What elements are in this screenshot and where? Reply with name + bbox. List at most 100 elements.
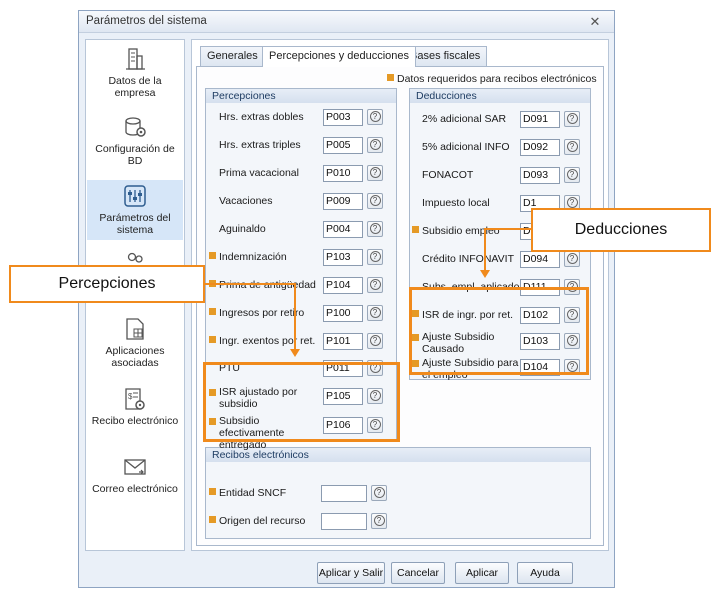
- mail-icon: [124, 459, 146, 475]
- percepciones-label: Indemnización: [219, 251, 287, 263]
- help-icon[interactable]: ?: [564, 251, 580, 267]
- percepciones-connector-v: [294, 283, 296, 349]
- apply-and-exit-button[interactable]: Aplicar y Salir: [317, 562, 385, 584]
- percepciones-label: Aguinaldo: [219, 223, 266, 235]
- deducciones-highlight: [409, 287, 589, 375]
- deducciones-label: 2% adicional SAR: [422, 113, 507, 125]
- question-icon: ?: [566, 169, 578, 180]
- sidebar-item-label: Aplicaciones asociadas: [105, 345, 165, 369]
- question-icon: ?: [566, 197, 578, 208]
- deducciones-code-field[interactable]: D094: [520, 251, 560, 268]
- required-marker-icon: [209, 308, 216, 315]
- apply-button[interactable]: Aplicar: [455, 562, 509, 584]
- sidebar-item-label: Recibo electrónico: [91, 415, 179, 427]
- percepciones-code-field[interactable]: P101: [323, 333, 363, 350]
- deducciones-label: Crédito INFONAVIT: [422, 253, 514, 265]
- sidebar-item-recibo-electronico[interactable]: $ Recibo electrónico: [87, 386, 183, 448]
- percepciones-code-field[interactable]: P100: [323, 305, 363, 322]
- percepciones-code-field[interactable]: P003: [323, 109, 363, 126]
- percepciones-group-title: Percepciones: [206, 89, 396, 103]
- percepciones-code-field[interactable]: P104: [323, 277, 363, 294]
- deducciones-code-field[interactable]: D093: [520, 167, 560, 184]
- help-icon[interactable]: ?: [371, 513, 387, 529]
- required-marker-icon: [412, 226, 419, 233]
- database-gear-icon: [125, 117, 146, 137]
- building-icon: [126, 48, 145, 70]
- question-icon: ?: [369, 307, 381, 318]
- percepciones-label: Ingr. exentos por ret.: [219, 335, 316, 347]
- recibos-code-field[interactable]: [321, 485, 367, 502]
- help-icon[interactable]: ?: [564, 139, 580, 155]
- question-icon: ?: [566, 113, 578, 124]
- percepciones-callout: Percepciones: [9, 265, 205, 303]
- help-icon[interactable]: ?: [371, 485, 387, 501]
- sidebar-item-configuracion-bd[interactable]: Configuración de BD: [87, 114, 183, 172]
- percepciones-label: Vacaciones: [219, 195, 273, 207]
- question-icon: ?: [369, 167, 381, 178]
- deducciones-group-title: Deducciones: [410, 89, 590, 103]
- help-icon[interactable]: ?: [367, 333, 383, 349]
- help-icon[interactable]: ?: [367, 165, 383, 181]
- help-icon[interactable]: ?: [367, 249, 383, 265]
- question-icon: ?: [373, 487, 385, 498]
- tab-percepciones-deducciones[interactable]: Percepciones y deducciones: [262, 46, 417, 67]
- cancel-button[interactable]: Cancelar: [391, 562, 445, 584]
- percepciones-label: Hrs. extras dobles: [219, 111, 304, 123]
- deducciones-label: 5% adicional INFO: [422, 141, 510, 153]
- svg-text:$: $: [128, 392, 133, 401]
- recibos-code-field[interactable]: [321, 513, 367, 530]
- deducciones-label: FONACOT: [422, 169, 474, 181]
- question-icon: ?: [369, 251, 381, 262]
- deducciones-code-field[interactable]: D091: [520, 111, 560, 128]
- deducciones-connector-h: [484, 228, 532, 230]
- tab-generales[interactable]: Generales: [200, 46, 265, 66]
- sidebar-item-label: Parámetros del sistema: [99, 212, 171, 236]
- spreadsheet-icon: [126, 318, 144, 340]
- percepciones-label: Prima vacacional: [219, 167, 299, 179]
- required-marker-icon: [387, 74, 394, 81]
- required-data-note: Datos requeridos para recibos electrónic…: [387, 73, 597, 85]
- question-icon: ?: [369, 111, 381, 122]
- deducciones-code-field[interactable]: D092: [520, 139, 560, 156]
- help-icon[interactable]: ?: [367, 193, 383, 209]
- help-button[interactable]: Ayuda: [517, 562, 573, 584]
- sidebar-item-parametros-sistema[interactable]: Parámetros del sistema: [87, 180, 183, 240]
- required-note-text: Datos requeridos para recibos electrónic…: [397, 73, 597, 85]
- question-icon: ?: [373, 515, 385, 526]
- sidebar-item-correo-electronico[interactable]: Correo electrónico: [87, 454, 183, 516]
- question-icon: ?: [369, 139, 381, 150]
- sidebar-item-label: Datos de la empresa: [108, 75, 162, 99]
- title-bar: Parámetros del sistema ✕: [79, 11, 614, 33]
- help-icon[interactable]: ?: [564, 111, 580, 127]
- percepciones-arrow-icon: [290, 349, 300, 357]
- deducciones-label: Impuesto local: [422, 197, 490, 209]
- help-icon[interactable]: ?: [367, 305, 383, 321]
- deducciones-arrow-icon: [480, 270, 490, 278]
- sidebar-item-label: Configuración de BD: [95, 143, 175, 167]
- recibos-label: Origen del recurso: [219, 515, 306, 527]
- percepciones-label: Ingresos por retiro: [219, 307, 305, 319]
- percepciones-code-field[interactable]: P009: [323, 193, 363, 210]
- question-icon: ?: [369, 335, 381, 346]
- help-icon[interactable]: ?: [564, 167, 580, 183]
- window-title: Parámetros del sistema: [86, 15, 207, 27]
- help-icon[interactable]: ?: [367, 137, 383, 153]
- question-icon: ?: [566, 141, 578, 152]
- percepciones-highlight: [203, 362, 400, 442]
- help-icon[interactable]: ?: [367, 109, 383, 125]
- required-marker-icon: [209, 488, 216, 495]
- required-marker-icon: [209, 252, 216, 259]
- sidebar-item-datos-empresa[interactable]: Datos de la empresa: [87, 46, 183, 104]
- close-icon[interactable]: ✕: [586, 14, 604, 30]
- percepciones-code-field[interactable]: P004: [323, 221, 363, 238]
- help-icon[interactable]: ?: [367, 277, 383, 293]
- question-icon: ?: [369, 279, 381, 290]
- help-icon[interactable]: ?: [367, 221, 383, 237]
- question-icon: ?: [369, 223, 381, 234]
- percepciones-label: Prima de antigüedad: [219, 279, 316, 291]
- percepciones-code-field[interactable]: P010: [323, 165, 363, 182]
- sidebar-item-aplicaciones-asociadas[interactable]: Aplicaciones asociadas: [87, 316, 183, 378]
- percepciones-code-field[interactable]: P005: [323, 137, 363, 154]
- percepciones-code-field[interactable]: P103: [323, 249, 363, 266]
- recibos-label: Entidad SNCF: [219, 487, 287, 499]
